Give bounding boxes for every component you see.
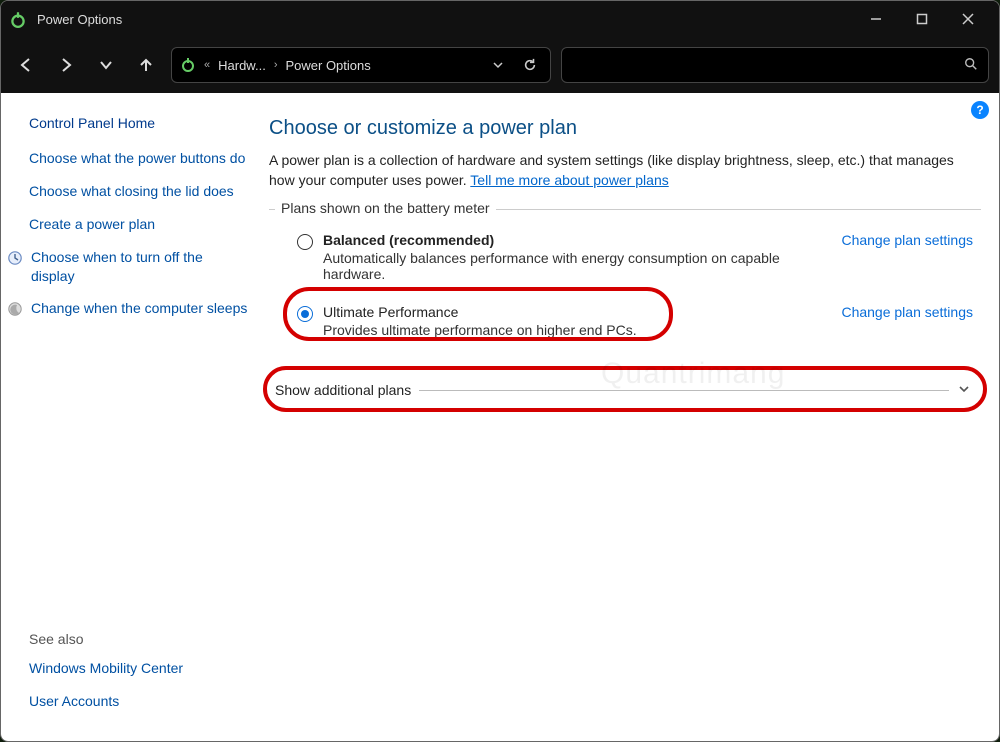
- minimize-button[interactable]: [853, 1, 899, 37]
- control-panel-home-link[interactable]: Control Panel Home: [29, 115, 249, 131]
- breadcrumb-level2[interactable]: Power Options: [285, 58, 370, 73]
- sidebar: Control Panel Home Choose what the power…: [1, 93, 261, 741]
- titlebar: Power Options: [1, 1, 999, 37]
- chevron-down-icon: [957, 382, 971, 399]
- plan-desc: Provides ultimate performance on higher …: [323, 322, 819, 338]
- up-button[interactable]: [131, 50, 161, 80]
- refresh-button[interactable]: [518, 53, 542, 77]
- search-icon: [964, 57, 978, 74]
- power-plan-balanced: Balanced (recommended) Automatically bal…: [273, 228, 977, 290]
- sidebar-link-closing-lid[interactable]: Choose what closing the lid does: [29, 182, 249, 201]
- plan-desc: Automatically balances performance with …: [323, 250, 819, 282]
- sidebar-link-create-plan[interactable]: Create a power plan: [29, 215, 249, 234]
- page-description: A power plan is a collection of hardware…: [269, 150, 981, 191]
- expand-label: Show additional plans: [275, 382, 411, 398]
- address-bar[interactable]: « Hardw... › Power Options: [171, 47, 551, 83]
- sidebar-item-label: Change when the computer sleeps: [31, 299, 247, 318]
- sidebar-link-turn-off-display[interactable]: Choose when to turn off the display: [7, 248, 249, 286]
- breadcrumb-level1[interactable]: Hardw...: [218, 58, 266, 73]
- plan-name: Balanced (recommended): [323, 232, 819, 248]
- page-title: Choose or customize a power plan: [269, 117, 981, 140]
- close-button[interactable]: [945, 1, 991, 37]
- learn-more-link[interactable]: Tell me more about power plans: [470, 172, 668, 188]
- forward-button[interactable]: [51, 50, 81, 80]
- recent-locations-button[interactable]: [91, 50, 121, 80]
- clock-icon: [7, 250, 23, 266]
- change-plan-settings-link[interactable]: Change plan settings: [841, 304, 973, 320]
- maximize-button[interactable]: [899, 1, 945, 37]
- power-plan-ultimate: Ultimate Performance Provides ultimate p…: [273, 300, 977, 346]
- navbar: « Hardw... › Power Options: [1, 37, 999, 93]
- seealso-mobility-center[interactable]: Windows Mobility Center: [29, 659, 249, 678]
- search-box[interactable]: [561, 47, 989, 83]
- app-icon: [9, 10, 27, 28]
- show-additional-plans-toggle[interactable]: Show additional plans: [269, 376, 981, 405]
- sidebar-item-label: Choose when to turn off the display: [31, 248, 249, 286]
- breadcrumb-prefix: «: [204, 59, 210, 71]
- sidebar-link-computer-sleeps[interactable]: Change when the computer sleeps: [7, 299, 249, 318]
- radio-ultimate[interactable]: [297, 306, 313, 322]
- moon-icon: [7, 301, 23, 317]
- seealso-user-accounts[interactable]: User Accounts: [29, 692, 249, 711]
- change-plan-settings-link[interactable]: Change plan settings: [841, 232, 973, 248]
- plans-fieldset: Plans shown on the battery meter Balance…: [269, 209, 981, 354]
- plan-name: Ultimate Performance: [323, 304, 819, 320]
- sidebar-link-power-buttons[interactable]: Choose what the power buttons do: [29, 149, 249, 168]
- main-panel: Choose or customize a power plan A power…: [261, 93, 999, 741]
- see-also-heading: See also: [29, 631, 249, 647]
- back-button[interactable]: [11, 50, 41, 80]
- address-dropdown-button[interactable]: [486, 53, 510, 77]
- chevron-right-icon: ›: [274, 59, 278, 71]
- window-title: Power Options: [37, 12, 853, 27]
- plans-legend: Plans shown on the battery meter: [275, 200, 496, 216]
- radio-balanced[interactable]: [297, 234, 313, 250]
- address-icon: [180, 56, 196, 75]
- divider: [419, 390, 949, 391]
